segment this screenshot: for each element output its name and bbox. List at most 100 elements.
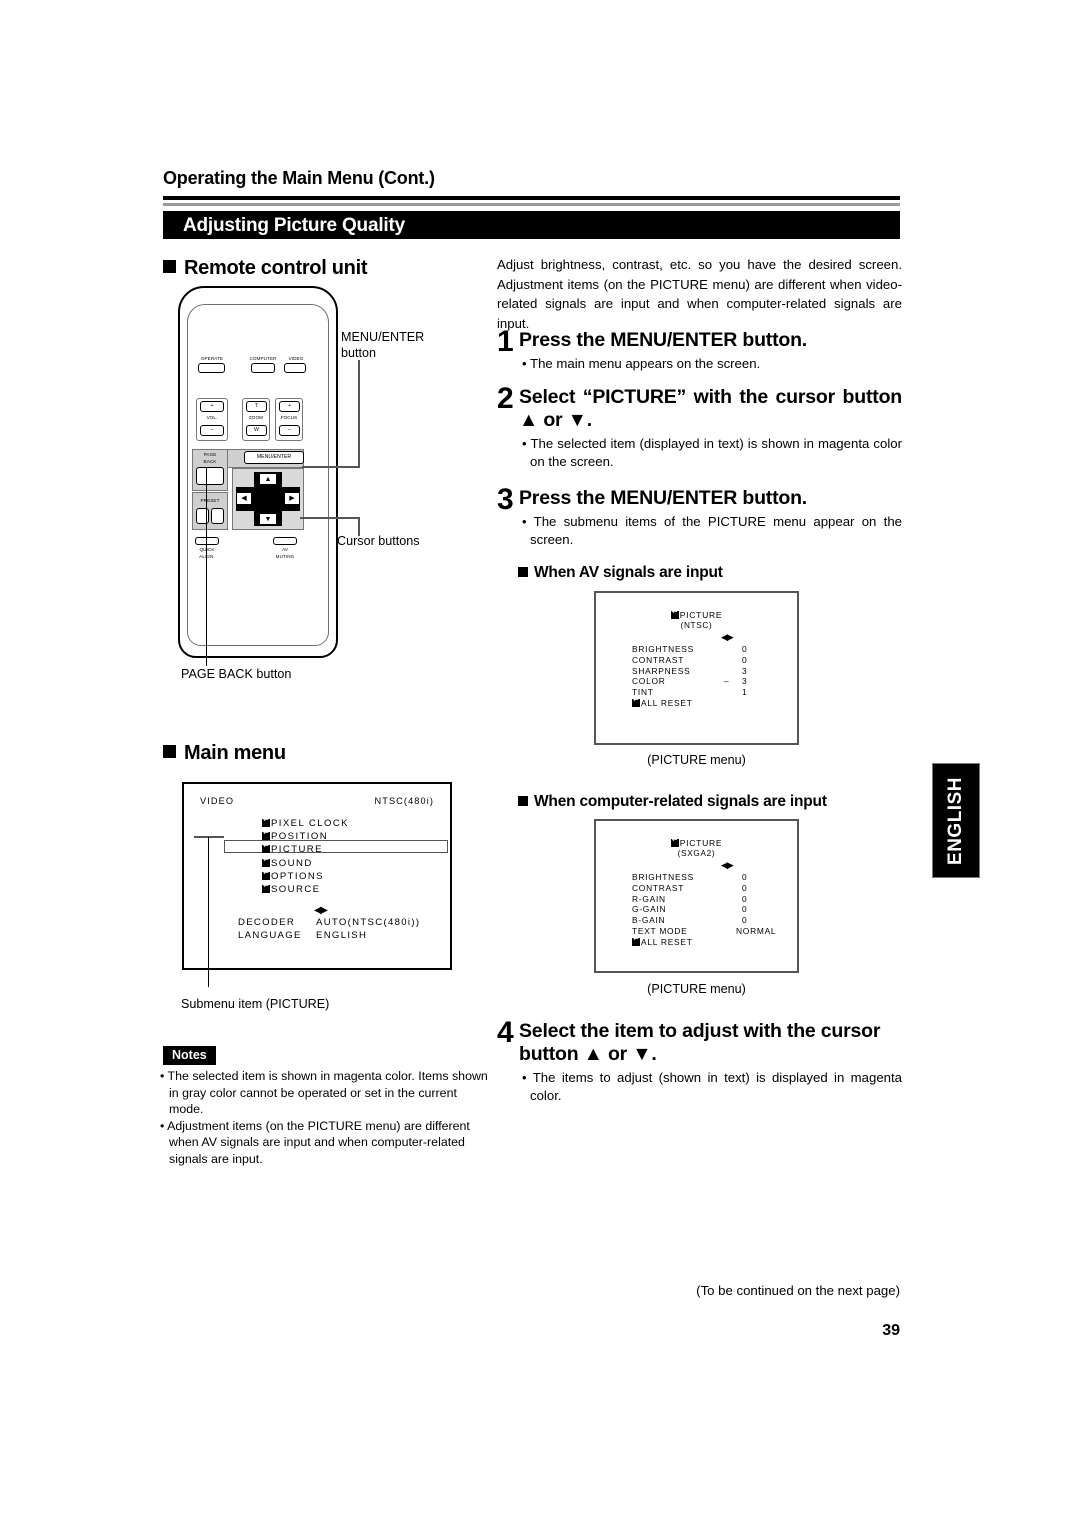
cursor-right-button[interactable]: ▶ <box>284 492 300 505</box>
computer-button[interactable] <box>251 363 275 373</box>
header-rule-thin <box>163 203 900 206</box>
menu-item-sound[interactable]: SOUND <box>262 856 349 870</box>
submenu-leader-v <box>208 837 210 987</box>
menu-item-options[interactable]: OPTIONS <box>262 869 349 883</box>
cm-row-text-mode-value: NORMAL <box>736 925 777 936</box>
av-picture-menu-osd: PICTURE (NTSC) ◀▶ BRIGHTNESS 0 CONTRAST … <box>594 591 799 745</box>
computer-menu-title: PICTURE <box>596 836 797 848</box>
setting-decoder-value: AUTO(NTSC(480i)) <box>316 917 421 928</box>
step-3-title: Press the MENU/ENTER button. <box>519 487 808 509</box>
cursor-up-button[interactable]: ▲ <box>259 473 277 485</box>
header-rule-thick <box>163 196 900 200</box>
main-menu-item-list: PIXEL CLOCK POSITION PICTURE SOUND OPTIO… <box>262 816 349 896</box>
computer-picture-menu-osd: PICTURE (SXGA2) ◀▶ BRIGHTNESS 0 CONTRAST… <box>594 819 799 973</box>
menu-item-picture[interactable]: PICTURE <box>262 842 349 856</box>
setting-language[interactable]: LANGUAGE ENGLISH <box>238 930 420 943</box>
volume-minus-label: – <box>210 427 214 433</box>
focus-plus-label: + <box>287 403 292 409</box>
preset-right-button[interactable] <box>211 508 224 524</box>
av-menu-caption: (PICTURE menu) <box>647 753 746 767</box>
step-1-bullets: • The main menu appears on the screen. <box>522 355 902 373</box>
manual-page: Operating the Main Menu (Cont.) Adjustin… <box>0 0 1080 1528</box>
enter-icon <box>262 842 271 854</box>
enter-icon <box>262 856 271 867</box>
av-row-color-sign: – <box>724 676 730 687</box>
av-row-color-label: COLOR <box>632 676 666 687</box>
callout-cursor-leader-v <box>358 518 360 536</box>
cm-row-b-gain-label: B-GAIN <box>632 915 666 926</box>
square-bullet-icon <box>163 745 176 758</box>
cm-row-contrast-label: CONTRAST <box>632 882 685 893</box>
av-menu-title: PICTURE <box>596 608 797 620</box>
av-row-brightness-label: BRIGHTNESS <box>632 644 694 654</box>
step-3-bullets: • The submenu items of the PICTURE menu … <box>522 513 902 549</box>
cm-row-g-gain-value: 0 <box>742 904 748 915</box>
av-muting-button[interactable] <box>273 537 297 545</box>
zoom-label: ZOOM <box>248 415 264 420</box>
av-row-sharpness-label: SHARPNESS <box>632 665 691 676</box>
av-muting-label-1: AV <box>282 547 288 552</box>
av-menu-arrows-icon: ◀▶ <box>721 632 734 642</box>
cursor-up-icon: ▲ <box>264 475 272 483</box>
callout-cursor-leader-h <box>300 517 360 519</box>
step-2-title: Select “PICTURE” with the cursor button … <box>519 386 902 431</box>
menu-item-position[interactable]: POSITION <box>262 829 349 843</box>
callout-cursor-buttons: Cursor buttons <box>337 534 420 548</box>
cm-row-b-gain-value: 0 <box>742 915 748 926</box>
setting-decoder[interactable]: DECODER AUTO(NTSC(480i)) <box>238 917 420 930</box>
cm-row-r-gain-value: 0 <box>742 893 748 904</box>
main-menu-settings: DECODER AUTO(NTSC(480i)) LANGUAGE ENGLISH <box>238 917 420 942</box>
step-3-bullet-1: • The submenu items of the PICTURE menu … <box>522 514 902 547</box>
note-item-1: • The selected item is shown in magenta … <box>160 1069 488 1116</box>
step-2-bullet-1: • The selected item (displayed in text) … <box>522 436 902 469</box>
step-4-number: 4 <box>497 1016 514 1049</box>
callout-page-back: PAGE BACK button <box>181 667 292 681</box>
main-menu-signal: NTSC(480i) <box>374 796 434 806</box>
page-back-button[interactable] <box>196 467 224 485</box>
continued-note: (To be continued on the next page) <box>696 1283 900 1298</box>
volume-label: VOL. <box>206 415 218 420</box>
zoom-t-label: T <box>254 403 259 409</box>
computer-menu-arrows-icon: ◀▶ <box>721 860 734 870</box>
preset-label: PRESET <box>200 498 220 503</box>
section-title-bar: Adjusting Picture Quality <box>163 211 900 239</box>
menu-item-source[interactable]: SOURCE <box>262 882 349 896</box>
cursor-left-button[interactable]: ◀ <box>236 492 252 505</box>
enter-icon <box>670 836 679 847</box>
cursor-right-icon: ▶ <box>289 495 295 502</box>
square-bullet-icon <box>518 796 528 806</box>
av-row-contrast-label: CONTRAST <box>632 654 685 665</box>
setting-decoder-key: DECODER <box>238 917 296 928</box>
page-number: 39 <box>882 1322 900 1339</box>
remote-control-diagram: OPERATE COMPUTER VIDEO + VOL. – T ZOOM W… <box>178 286 338 658</box>
callout-menu-enter-line1: MENU/ENTER <box>341 330 425 344</box>
computer-menu-subtitle: (SXGA2) <box>677 849 716 858</box>
computer-menu-caption: (PICTURE menu) <box>647 982 746 996</box>
menu-item-pixel-clock[interactable]: PIXEL CLOCK <box>262 816 349 830</box>
setting-language-value: ENGLISH <box>316 929 368 941</box>
zoom-w-label: W <box>254 427 259 433</box>
enter-icon <box>262 816 271 827</box>
callout-submenu-item: Submenu item (PICTURE) <box>181 997 330 1011</box>
cm-row-r-gain-label: R-GAIN <box>632 893 666 904</box>
av-row-sharpness-value: 3 <box>742 665 748 676</box>
av-menu-subtitle: (NTSC) <box>680 621 713 630</box>
running-head: Operating the Main Menu (Cont.) <box>163 168 435 188</box>
back-label: BACK <box>203 459 217 464</box>
step-4-bullet-1: • The items to adjust (shown in text) is… <box>522 1070 902 1103</box>
av-row-contrast-value: 0 <box>742 654 748 665</box>
callout-menu-enter-line2: button <box>341 346 377 360</box>
step-3-number: 3 <box>497 483 514 516</box>
note-item-2: • Adjustment items (on the PICTURE menu)… <box>160 1118 470 1166</box>
square-bullet-icon <box>518 567 528 577</box>
cursor-down-button[interactable]: ▼ <box>259 513 277 525</box>
video-button[interactable] <box>284 363 306 373</box>
main-menu-source: VIDEO <box>200 796 235 806</box>
focus-label: FOCUS <box>280 415 298 420</box>
operate-button[interactable] <box>198 363 225 373</box>
av-row-brightness-value: 0 <box>742 644 748 654</box>
av-row-tint-value: 1 <box>742 687 748 698</box>
step-4-bullets: • The items to adjust (shown in text) is… <box>522 1069 902 1105</box>
language-side-tab: ENGLISH <box>932 763 980 878</box>
volume-plus-label: + <box>210 403 214 409</box>
